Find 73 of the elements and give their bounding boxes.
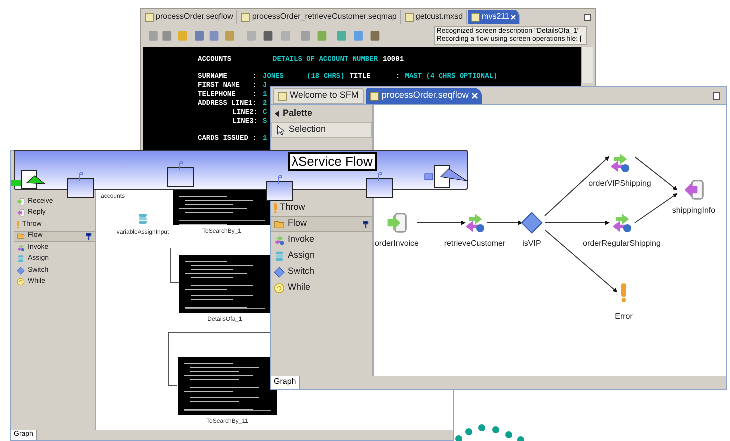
editor-tab[interactable]: processOrder_retrieveCustomer.seqmap: [238, 10, 401, 24]
palette-title: Palette: [283, 107, 313, 120]
node-label: orderRegularShipping: [583, 238, 661, 250]
palette-label: Selection: [289, 123, 326, 136]
connector-arrow: [416, 220, 466, 226]
maximize-icon[interactable]: [713, 92, 720, 100]
palette-item[interactable]: Invoke: [271, 232, 372, 248]
palette-label: Assign: [288, 249, 316, 262]
node-label: retrieveCustomer: [444, 238, 506, 250]
editor-tab[interactable]: processOrder.seqflow: [142, 10, 238, 24]
arrow-into-box-icon: [386, 212, 408, 234]
editor-tab[interactable]: Welcome to SFM: [273, 88, 364, 104]
loop-icon: [274, 282, 285, 294]
arrow-into-box-icon: [17, 198, 25, 206]
start-node-icon: [11, 170, 47, 190]
palette-item[interactable]: While: [271, 280, 372, 296]
node-label: Error: [615, 311, 633, 323]
editor-tab[interactable]: getcust.mxsd: [402, 10, 468, 24]
palette-label: Switch: [288, 265, 315, 278]
node-label: orderInvoice: [374, 238, 420, 250]
exclamation-icon: [621, 283, 627, 303]
diamond-icon: [274, 266, 285, 278]
activity-box: [67, 172, 94, 198]
palette-label: While: [288, 281, 311, 294]
diamond-icon: [521, 212, 543, 234]
file-icon: [471, 12, 480, 22]
database-icon: [274, 250, 285, 262]
palette-item[interactable]: Switch: [271, 264, 372, 280]
scrollbar[interactable]: [581, 47, 593, 83]
folder-icon: [274, 218, 285, 230]
database-icon: [17, 255, 25, 264]
node-label: isVIP: [522, 238, 542, 250]
editor-tab[interactable]: processOrder.seqflow: [366, 88, 482, 104]
palette-item[interactable]: Throw: [271, 200, 372, 216]
palette-label: Throw: [280, 201, 306, 214]
activity-box: [266, 175, 293, 201]
activity-box: [366, 172, 393, 198]
activity-box: [167, 161, 194, 187]
palette-item[interactable]: Assign: [271, 248, 372, 264]
node-label: shippingInfo: [672, 205, 716, 217]
graph-tab[interactable]: Graph: [271, 376, 300, 389]
palette-drawer[interactable]: Flow: [271, 216, 372, 232]
pin-icon[interactable]: [363, 220, 369, 228]
collapse-icon[interactable]: [275, 111, 279, 117]
pin-icon[interactable]: [86, 232, 92, 240]
palette-label: Flow: [288, 217, 308, 230]
maximize-icon[interactable]: [584, 14, 591, 21]
file-icon: [278, 92, 287, 100]
folder-icon: [17, 232, 25, 240]
node-label: orderVIPShipping: [588, 178, 652, 190]
file-icon: [145, 12, 154, 22]
database-icon: [137, 213, 149, 225]
exclamation-icon: [17, 220, 20, 229]
arrow-into-box-icon: [683, 179, 705, 201]
connector-line: [170, 248, 180, 285]
exclamation-icon: [274, 202, 278, 214]
diamond-icon: [17, 266, 25, 275]
end-node-icon: [424, 165, 468, 189]
palette-label: Invoke: [288, 233, 315, 246]
connector-arrow: [486, 220, 523, 226]
loop-icon: [17, 278, 25, 286]
close-icon[interactable]: [472, 93, 478, 99]
service-flow-label: λService Flow: [288, 152, 377, 171]
arrow-into-box-icon: [17, 209, 25, 218]
file-icon: [404, 12, 414, 22]
palette-item[interactable]: Selection: [271, 122, 372, 138]
close-icon[interactable]: [511, 14, 516, 20]
connector-arrow: [544, 220, 610, 226]
editor-tab[interactable]: mvs211: [468, 10, 520, 24]
file-icon: [241, 12, 250, 22]
palette-header[interactable]: Palette: [271, 106, 372, 122]
file-icon: [370, 92, 379, 100]
cursor-icon: [275, 124, 286, 136]
